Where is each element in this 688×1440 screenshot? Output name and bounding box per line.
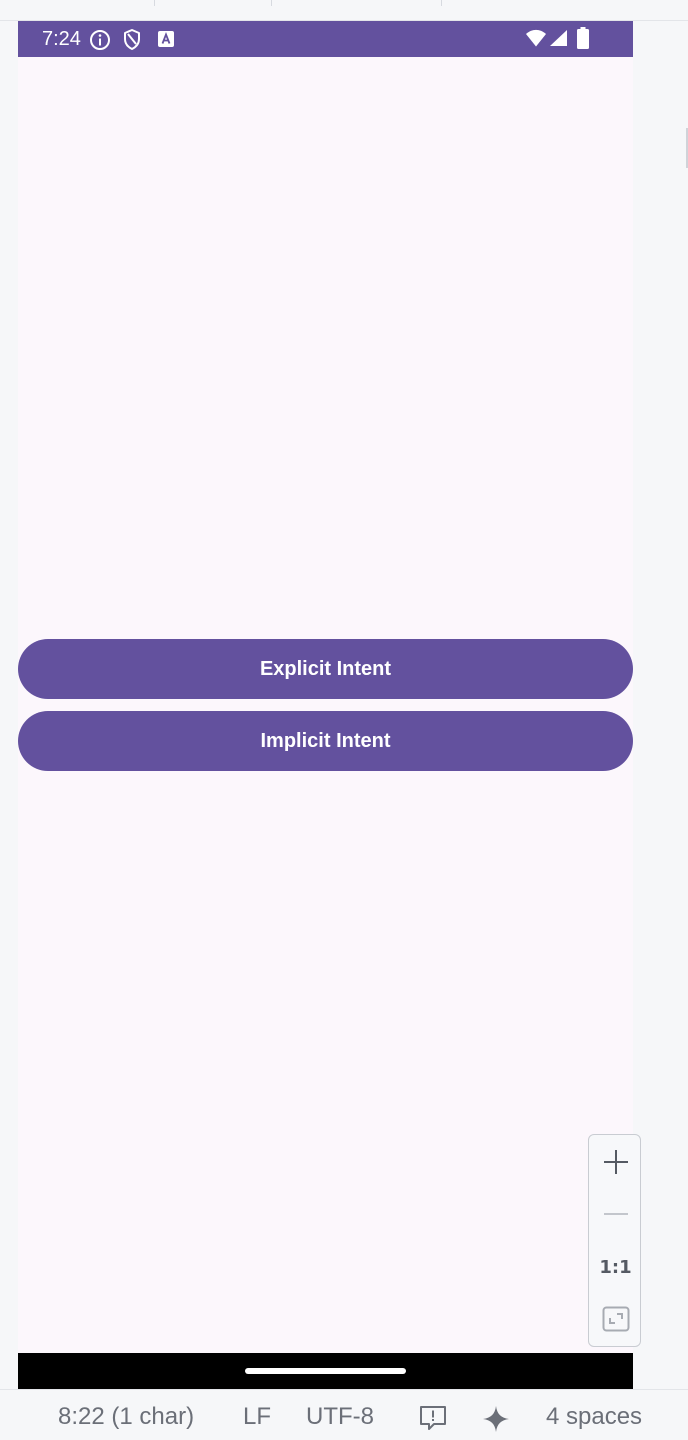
line-ending[interactable]: LF bbox=[243, 1403, 271, 1431]
actual-size-label: 1:1 bbox=[599, 1256, 632, 1278]
ide-top-toolbar bbox=[0, 0, 688, 21]
explicit-intent-button[interactable]: Explicit Intent bbox=[18, 639, 633, 699]
fit-screen-button[interactable] bbox=[589, 1294, 642, 1344]
signal-icon bbox=[550, 30, 567, 46]
plus-icon bbox=[603, 1150, 628, 1174]
cursor-position[interactable]: 8:22 (1 char) bbox=[58, 1403, 194, 1431]
toolbar-divider bbox=[271, 0, 272, 6]
navigation-bar bbox=[18, 1353, 633, 1389]
ide-status-bar: 8:22 (1 char) LF UTF-8 4 spaces bbox=[0, 1389, 688, 1440]
fit-screen-icon bbox=[602, 1306, 629, 1332]
file-encoding[interactable]: UTF-8 bbox=[306, 1403, 374, 1431]
home-gesture-handle[interactable] bbox=[245, 1368, 406, 1374]
zoom-controls: 1:1 bbox=[588, 1134, 641, 1347]
minus-icon bbox=[603, 1213, 628, 1215]
a-square-icon bbox=[158, 31, 174, 47]
toolbar-divider bbox=[441, 0, 442, 6]
actual-size-button[interactable]: 1:1 bbox=[589, 1242, 642, 1292]
wifi-icon bbox=[526, 29, 546, 47]
implicit-intent-button[interactable]: Implicit Intent bbox=[18, 711, 633, 771]
zoom-in-button[interactable] bbox=[589, 1137, 642, 1187]
device-screen: 7:24 Explicit Intent Implicit Intent bbox=[18, 21, 633, 1389]
info-icon bbox=[90, 30, 110, 50]
zoom-out-button[interactable] bbox=[589, 1189, 642, 1239]
indent-setting[interactable]: 4 spaces bbox=[546, 1403, 642, 1431]
shield-icon bbox=[124, 29, 140, 50]
status-time: 7:24 bbox=[42, 28, 81, 50]
status-bar: 7:24 bbox=[18, 21, 633, 57]
warning-message-icon[interactable] bbox=[419, 1405, 447, 1431]
battery-icon bbox=[577, 27, 589, 49]
sparkle-icon[interactable] bbox=[483, 1406, 509, 1432]
toolbar-divider bbox=[154, 0, 155, 6]
